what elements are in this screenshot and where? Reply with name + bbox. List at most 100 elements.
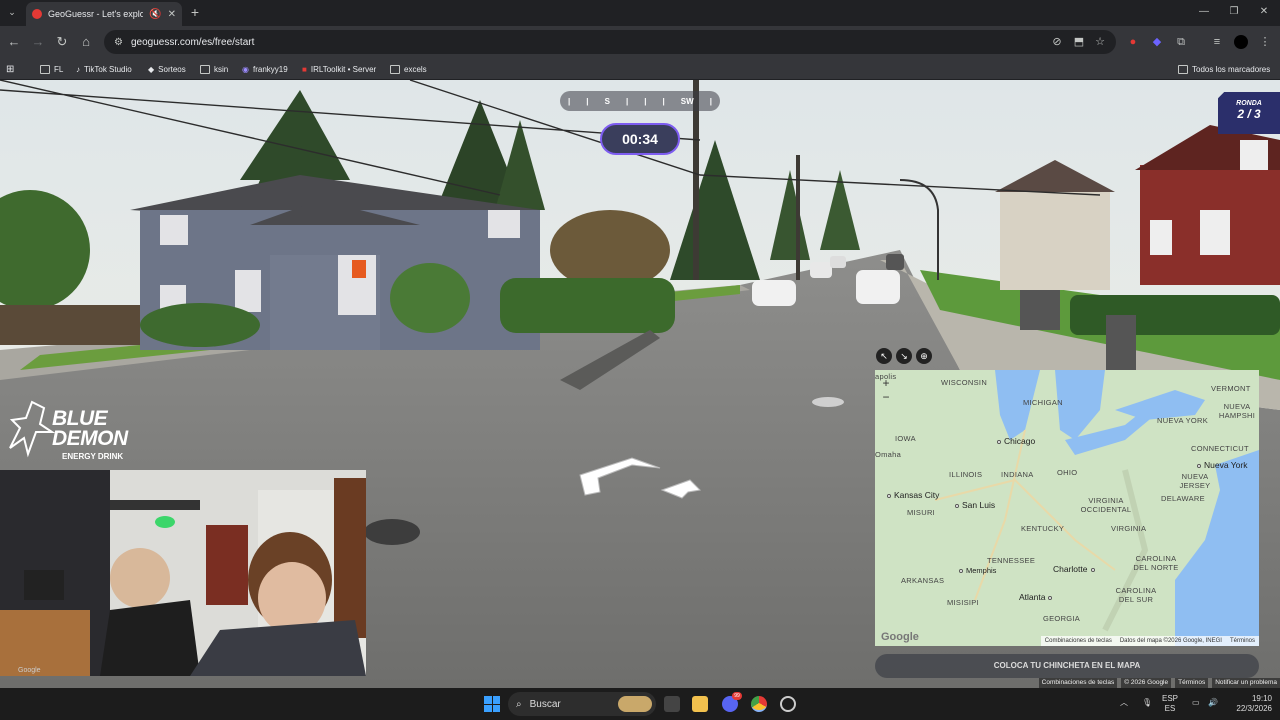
- webcam-overlay: Google: [0, 470, 366, 676]
- map-label-tennessee: TENNESSEE: [987, 556, 1036, 565]
- round-value: 2 / 3: [1237, 107, 1261, 121]
- map-city-charlotte: Charlotte: [1053, 564, 1098, 574]
- site-info-icon[interactable]: ⚙: [114, 37, 123, 48]
- media-controls-icon[interactable]: ≡: [1210, 35, 1224, 49]
- clock-time: 19:10: [1251, 694, 1272, 703]
- map-city-new-york: Nueva York: [1197, 460, 1247, 470]
- clock[interactable]: 19:10 22/3/2026: [1226, 694, 1272, 714]
- volume-icon[interactable]: 🔊: [1208, 698, 1218, 708]
- map-label-west-virginia: VIRGINIA OCCIDENTAL: [1080, 496, 1132, 514]
- geoguessr-game-area[interactable]: | | S | | | SW | 00:34 RONDA 2 / 3 BLUE DEM…: [0, 80, 1280, 688]
- language-indicator[interactable]: ESP ES: [1162, 694, 1178, 714]
- guess-map[interactable]: + − apolis WISCONSIN MICHIGAN IOWA Omaha…: [875, 370, 1259, 646]
- geoguessr-favicon-icon: [32, 9, 42, 19]
- camera-blocked-icon[interactable]: ⊘: [1050, 35, 1064, 49]
- compass-southwest: SW: [680, 96, 694, 106]
- sponsor-line1: BLUE: [52, 407, 108, 430]
- bookmark-star-icon[interactable]: ☆: [1093, 35, 1107, 49]
- taskbar-search[interactable]: ⌕ Buscar: [508, 692, 656, 716]
- bookmark-fl[interactable]: FL: [40, 62, 63, 76]
- sorteos-icon: ◆: [148, 64, 155, 74]
- obs-icon[interactable]: [780, 696, 796, 712]
- map-label-iowa: IOWA: [895, 434, 916, 443]
- bookmark-excels[interactable]: excels: [390, 62, 427, 76]
- round-timer: 00:34: [600, 123, 680, 155]
- menu-icon[interactable]: ⋮: [1258, 35, 1272, 49]
- close-tab-icon[interactable]: ✕: [168, 9, 176, 20]
- bookmark-irltoolkit[interactable]: ■ IRLToolkit • Server: [302, 62, 376, 76]
- terms-link[interactable]: Términos: [1175, 678, 1209, 688]
- sponsor-logo: BLUE DEMON ENERGY DRINK: [6, 398, 130, 468]
- new-tab-icon[interactable]: +: [188, 5, 202, 19]
- sponsor-line3: ENERGY DRINK: [62, 452, 124, 461]
- reload-icon[interactable]: ↻: [54, 34, 70, 50]
- keyboard-shortcuts-link[interactable]: Combinaciones de teclas: [1038, 678, 1118, 688]
- map-terms-link[interactable]: Términos: [1230, 636, 1255, 646]
- all-bookmarks[interactable]: Todos los marcadores: [1178, 62, 1270, 76]
- map-pin-icon[interactable]: ⊕: [916, 348, 932, 364]
- bookmark-tiktok[interactable]: ♪ TikTok Studio: [76, 62, 132, 76]
- tray-overflow-icon[interactable]: ︿: [1120, 698, 1128, 708]
- close-window-icon[interactable]: ✕: [1254, 4, 1274, 20]
- folder-icon: [1178, 64, 1188, 74]
- extensions-icon[interactable]: ⧉: [1174, 35, 1188, 49]
- home-icon[interactable]: ⌂: [78, 34, 94, 50]
- apps-grid-icon[interactable]: ⊞: [6, 62, 14, 76]
- map-label-kentucky: KENTUCKY: [1021, 524, 1065, 533]
- compass-bar: | | S | | | SW |: [560, 91, 720, 111]
- bookmark-frankyy19[interactable]: ◉ frankyy19: [242, 62, 288, 76]
- address-bar[interactable]: ⚙ geoguessr.com/es/free/start: [104, 30, 1116, 54]
- mute-tab-icon[interactable]: 🔇: [149, 9, 161, 20]
- map-keyboard-shortcuts[interactable]: Combinaciones de teclas: [1045, 636, 1112, 646]
- map-label-north-carolina: CAROLINA DEL NORTE: [1133, 554, 1179, 572]
- tab-search-icon[interactable]: ⌄: [6, 6, 18, 18]
- map-expand-icon[interactable]: ↖: [876, 348, 892, 364]
- windows-taskbar: ⌕ Buscar 99 ︿ 🎙 ESP ES ▭ 🔊 19:10 22/3/20…: [0, 688, 1280, 720]
- windows-start-icon[interactable]: [484, 696, 500, 712]
- tab-strip: ⌄ GeoGuessr - Let's explore th 🔇 ✕ + — ❐…: [0, 0, 1280, 26]
- extension-red-icon[interactable]: ●: [1126, 35, 1140, 49]
- map-label-south-carolina: CAROLINA DEL SUR: [1115, 586, 1157, 604]
- google-copyright: © 2026 Google: [1121, 678, 1172, 688]
- profile-avatar-icon[interactable]: [1234, 35, 1248, 49]
- map-city-san-luis: San Luis: [955, 500, 995, 510]
- map-label-ohio: OHIO: [1057, 468, 1078, 477]
- bookmark-sorteos[interactable]: ◆ Sorteos: [148, 62, 186, 76]
- clock-date: 22/3/2026: [1236, 704, 1272, 713]
- sponsor-line2: DEMON: [52, 427, 128, 450]
- url-text: geoguessr.com/es/free/start: [130, 36, 255, 48]
- map-shrink-icon[interactable]: ↘: [896, 348, 912, 364]
- microphone-icon[interactable]: 🎙: [1142, 698, 1152, 708]
- chrome-icon[interactable]: [751, 696, 767, 712]
- install-app-icon[interactable]: ⬒: [1072, 35, 1086, 49]
- map-data-attribution: Datos del mapa ©2026 Google, INEGI: [1119, 638, 1222, 644]
- task-view-icon[interactable]: [664, 696, 680, 712]
- folder-icon: [40, 64, 50, 74]
- folder-icon: [200, 64, 210, 74]
- extension-blue-icon[interactable]: ◆: [1150, 35, 1164, 49]
- map-footer: Combinaciones de teclas Datos del mapa ©…: [1040, 636, 1259, 646]
- browser-toolbar: ← → ↻ ⌂ ⚙ geoguessr.com/es/free/start ⊘ …: [0, 26, 1280, 58]
- map-label-new-jersey: NUEVA JERSEY: [1179, 472, 1211, 490]
- map-city-memphis: Memphis: [959, 566, 996, 575]
- minimize-icon[interactable]: —: [1194, 4, 1214, 20]
- report-problem-link[interactable]: Notificar un problema: [1212, 678, 1280, 688]
- map-label-wisconsin: WISCONSIN: [941, 378, 988, 387]
- file-explorer-icon[interactable]: [692, 696, 708, 712]
- network-icon[interactable]: ▭: [1192, 698, 1200, 708]
- bookmark-ksin[interactable]: ksin: [200, 62, 228, 76]
- zoom-out-icon[interactable]: −: [879, 390, 893, 404]
- map-city-kansas-city: Kansas City: [887, 490, 939, 500]
- map-label-new-hampshire: NUEVA HAMPSHI: [1218, 402, 1256, 420]
- forward-icon[interactable]: →: [30, 34, 46, 50]
- restore-icon[interactable]: ❐: [1224, 4, 1244, 20]
- place-pin-button[interactable]: COLOCA TU CHINCHETA EN EL MAPA: [875, 654, 1259, 678]
- search-icon: ⌕: [516, 698, 522, 710]
- back-icon[interactable]: ←: [6, 34, 22, 50]
- tiktok-icon: ♪: [76, 64, 80, 74]
- street-view-footer: Combinaciones de teclas © 2026 Google Té…: [1038, 678, 1280, 688]
- map-label-indiana: INDIANA: [1001, 470, 1034, 479]
- map-label-new-york-state: NUEVA YORK: [1157, 416, 1209, 425]
- tab-geoguessr[interactable]: GeoGuessr - Let's explore th 🔇 ✕: [26, 2, 182, 26]
- map-label-vermont: VERMONT: [1211, 384, 1251, 393]
